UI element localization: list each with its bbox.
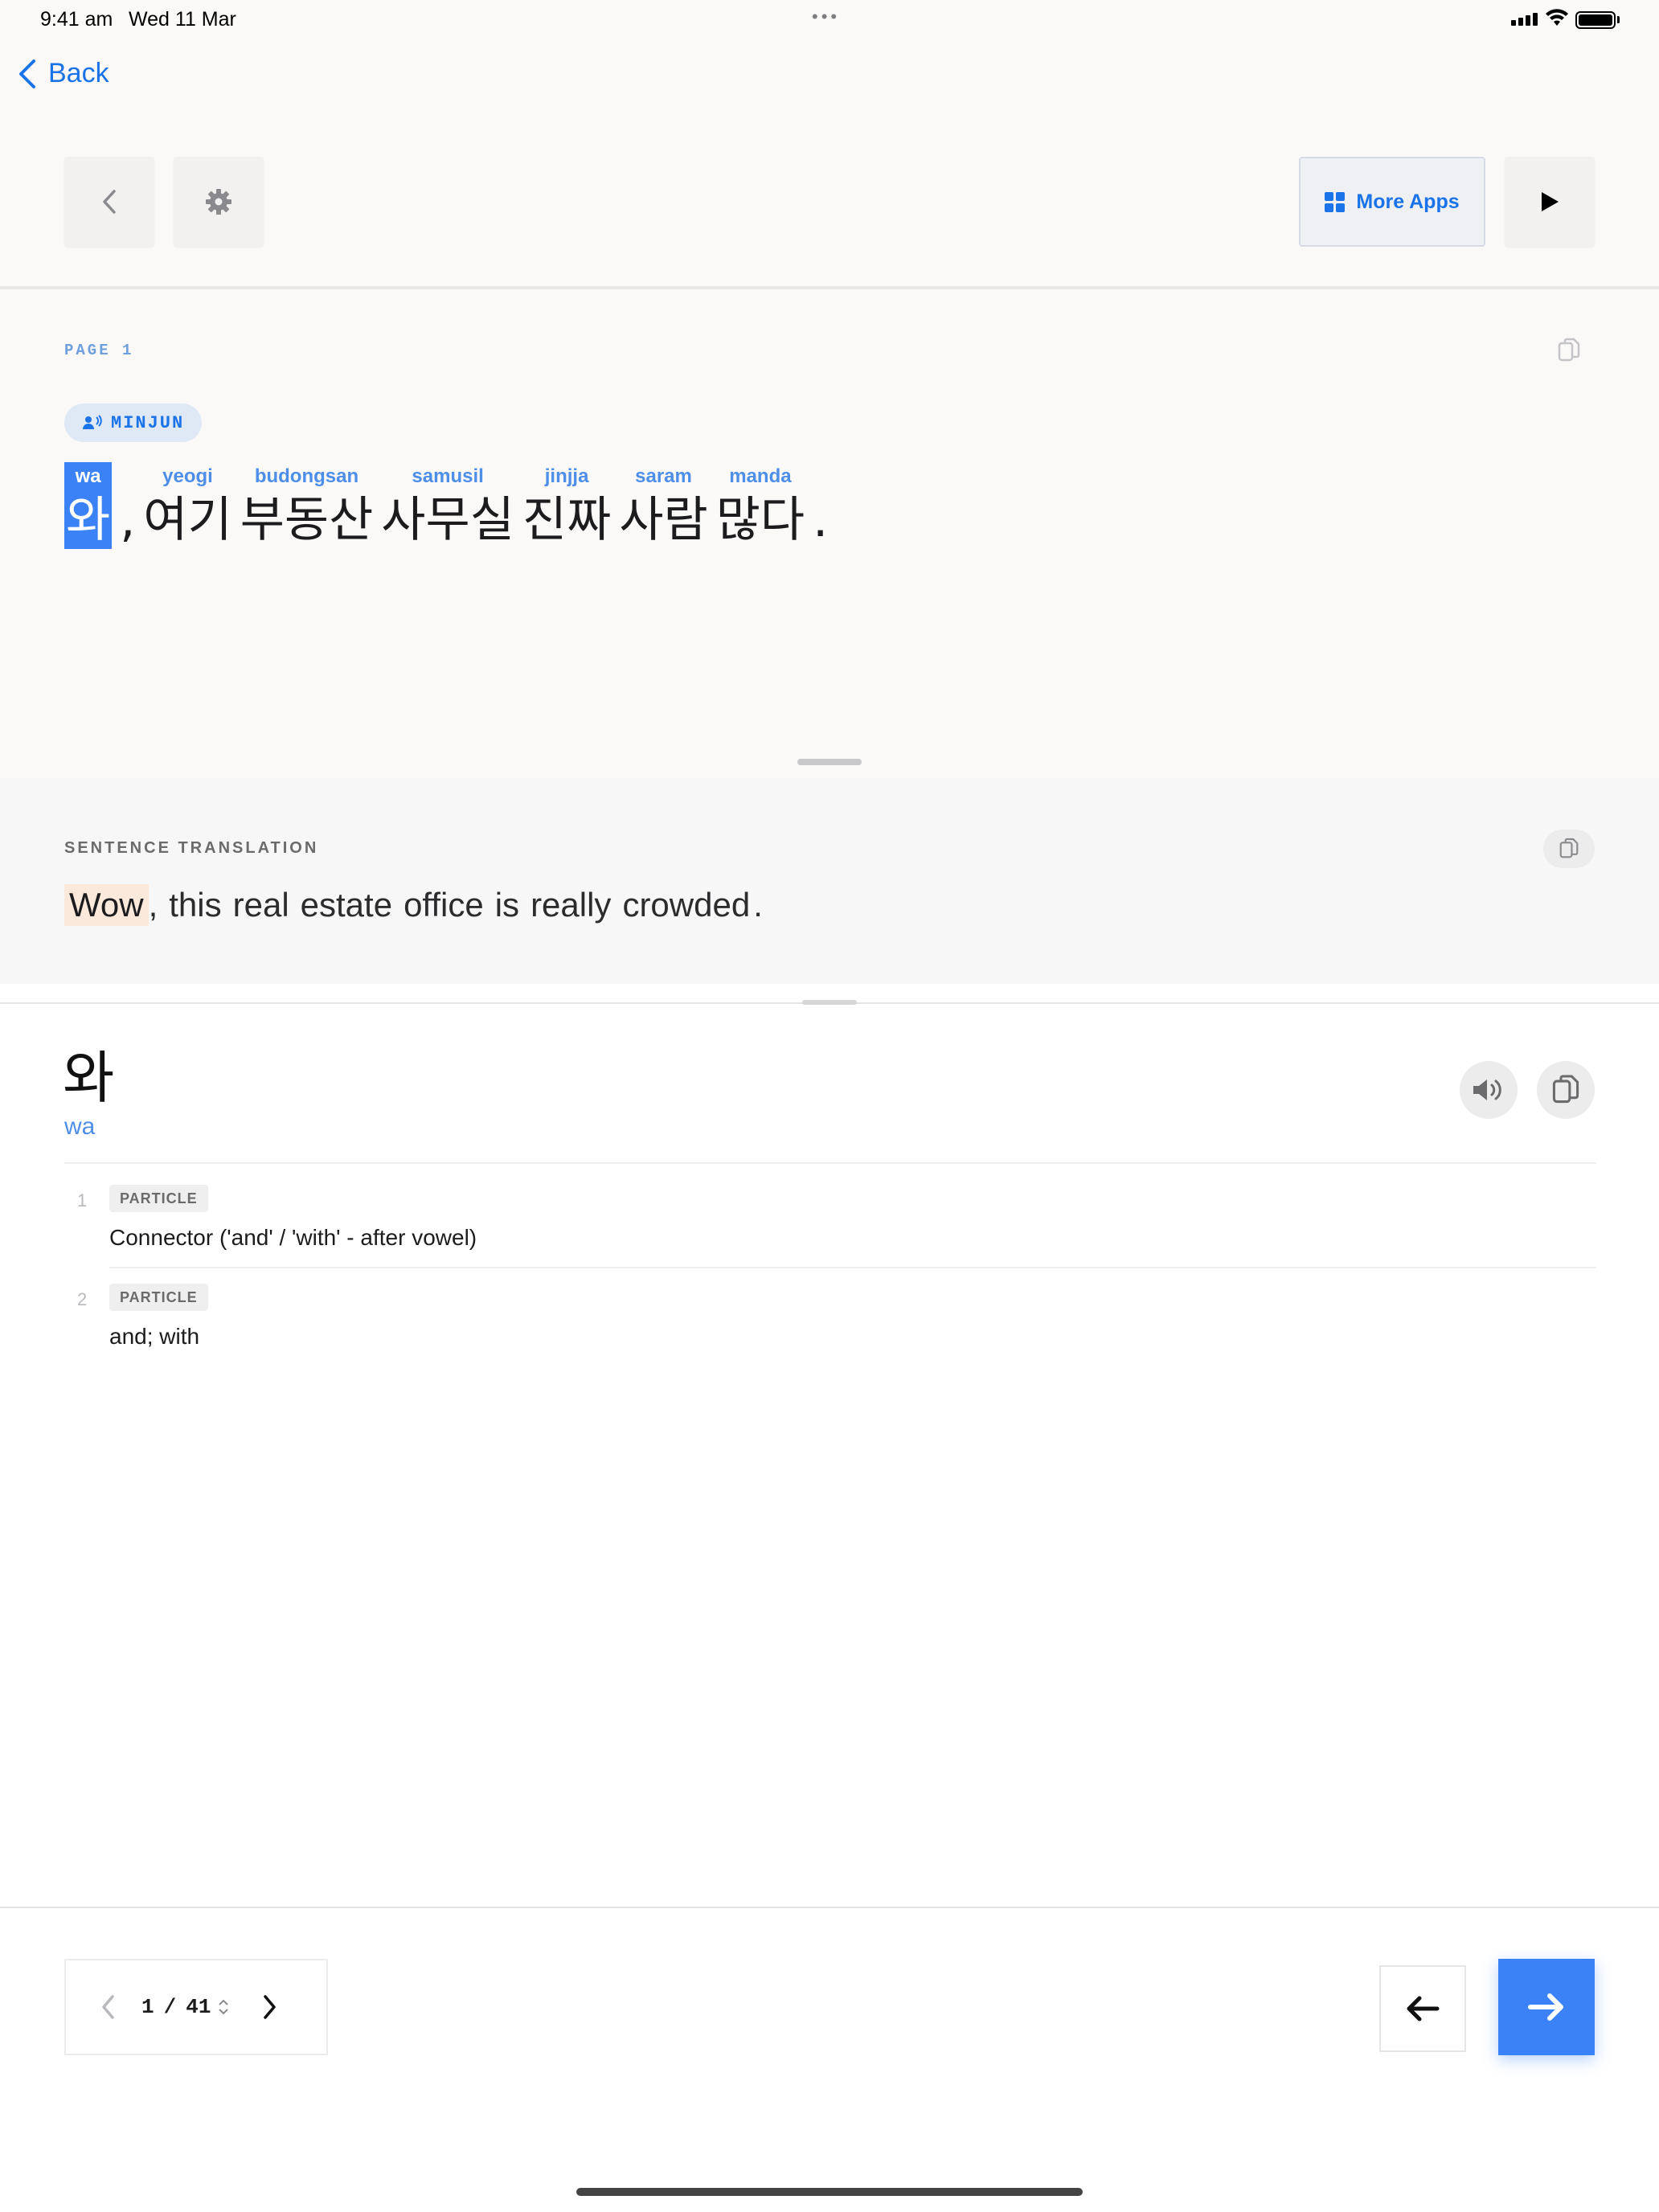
multitasking-dots[interactable]: ••• — [812, 6, 840, 27]
token-word[interactable]: samusil 사무실 — [381, 462, 514, 549]
page-picker[interactable]: 1 / 41 — [141, 1995, 230, 2019]
token-romanization: jinjja — [544, 465, 589, 487]
token-korean: 여기 — [143, 492, 232, 548]
play-icon — [1542, 192, 1559, 211]
token-romanization: samusil — [412, 465, 484, 487]
translation-word[interactable]: . — [753, 886, 763, 924]
translation-label: SENTENCE TRANSLATION — [64, 839, 319, 857]
sentence-translation: Wow , this real estate office is really … — [64, 884, 763, 926]
previous-word-button[interactable] — [1379, 1965, 1466, 2052]
token-word[interactable]: wa 와 — [64, 462, 113, 549]
token-romanization: yeogi — [162, 465, 213, 487]
settings-button[interactable] — [174, 157, 264, 247]
token-romanization: saram — [635, 465, 692, 487]
definition-number: 1 — [77, 1190, 88, 1210]
token-romanization: wa — [75, 465, 101, 487]
translation-word[interactable]: really — [530, 886, 611, 924]
definition-divider — [109, 1267, 1596, 1268]
chevron-right-icon — [264, 1995, 276, 2019]
translation-word[interactable]: is — [495, 886, 519, 924]
battery-icon — [1575, 11, 1616, 29]
translation-word[interactable]: this — [169, 886, 221, 924]
token-punctuation: , — [120, 492, 136, 548]
part-of-speech-badge: PARTICLE — [109, 1185, 208, 1212]
token-word[interactable]: manda 많다 — [716, 462, 805, 549]
more-apps-button[interactable]: More Apps — [1299, 157, 1485, 247]
page-separator: / — [163, 1995, 177, 2019]
speaker-badge[interactable]: MINJUN — [64, 403, 203, 442]
chevron-left-icon — [103, 190, 116, 214]
footer-divider — [0, 1907, 1659, 1908]
total-pages: 41 — [186, 1995, 211, 2019]
previous-page-button[interactable] — [64, 157, 154, 247]
definition-text: Connector ('and' / 'with' - after vowel) — [109, 1225, 477, 1250]
pager-next-button[interactable] — [244, 1994, 296, 2020]
token-korean: 사람 — [619, 492, 708, 548]
gear-icon — [206, 189, 231, 215]
definition-number: 2 — [77, 1289, 88, 1309]
arrow-left-icon — [1407, 1996, 1440, 2022]
translation-highlight[interactable]: Wow — [64, 884, 149, 926]
copy-icon — [1559, 838, 1579, 858]
current-page: 1 — [141, 1995, 154, 2019]
copy-translation-button[interactable] — [1543, 830, 1595, 868]
pager-prev-button[interactable] — [82, 1994, 133, 2020]
wifi-icon — [1546, 9, 1568, 26]
next-word-button[interactable] — [1498, 1959, 1595, 2055]
copy-icon — [1552, 1075, 1579, 1104]
token-korean: 와 — [66, 492, 111, 548]
chevron-left-icon — [19, 59, 35, 88]
translation-section — [0, 778, 1659, 984]
chevron-left-icon — [102, 1995, 114, 2019]
copy-icon[interactable] — [1556, 336, 1582, 365]
resize-handle[interactable] — [797, 759, 862, 765]
token-word[interactable]: jinjja 진짜 — [522, 462, 611, 549]
arrow-right-icon — [1528, 1993, 1563, 2021]
token-korean: 사무실 — [381, 492, 514, 548]
translation-word[interactable]: real — [233, 886, 289, 924]
page-navigator: 1 / 41 — [64, 1959, 328, 2055]
token-korean: 부동산 — [240, 492, 374, 548]
token-korean: 진짜 — [522, 492, 612, 548]
translation-word[interactable]: crowded — [622, 886, 750, 924]
part-of-speech-badge: PARTICLE — [109, 1284, 208, 1311]
token-word[interactable]: yeogi 여기 — [143, 462, 231, 549]
status-date: Wed 11 Mar — [129, 8, 236, 31]
cellular-signal-icon — [1511, 13, 1538, 26]
translation-word[interactable]: estate — [301, 886, 392, 924]
home-indicator[interactable] — [576, 2188, 1083, 2196]
pronounce-button[interactable] — [1460, 1061, 1518, 1119]
play-button[interactable] — [1505, 157, 1595, 247]
speaking-person-icon — [83, 415, 102, 429]
token-korean: 많다 — [715, 492, 805, 548]
dictionary-word: 와 — [63, 1045, 115, 1111]
token-romanization: budongsan — [254, 465, 359, 487]
resize-handle[interactable] — [802, 1000, 857, 1005]
page-label: PAGE 1 — [64, 342, 134, 359]
status-time: 9:41 am — [40, 8, 113, 31]
sentence-tokens: wa 와 , yeogi 여기 budongsan 부동산 samusil 사무… — [64, 462, 836, 549]
speaker-volume-icon — [1473, 1079, 1501, 1100]
token-romanization: manda — [729, 465, 792, 487]
token-word[interactable]: saram 사람 — [619, 462, 707, 549]
token-punctuation: . — [813, 492, 829, 548]
translation-word[interactable]: , — [149, 886, 158, 924]
copy-word-button[interactable] — [1537, 1061, 1595, 1119]
token-word[interactable]: budongsan 부동산 — [240, 462, 374, 549]
dictionary-romanization: wa — [64, 1113, 96, 1140]
definition-text: and; with — [109, 1324, 200, 1349]
dictionary-divider — [64, 1162, 1596, 1164]
battery-tip — [1617, 16, 1620, 23]
speaker-name: MINJUN — [111, 412, 185, 433]
back-button[interactable]: Back — [18, 58, 109, 89]
status-bar: 9:41 am Wed 11 Mar ••• — [0, 0, 1659, 40]
more-apps-label: More Apps — [1356, 190, 1460, 213]
back-label: Back — [48, 58, 109, 88]
apps-grid-icon — [1325, 191, 1346, 212]
translation-word[interactable]: office — [403, 886, 484, 924]
chevron-up-down-icon — [219, 1999, 229, 2015]
